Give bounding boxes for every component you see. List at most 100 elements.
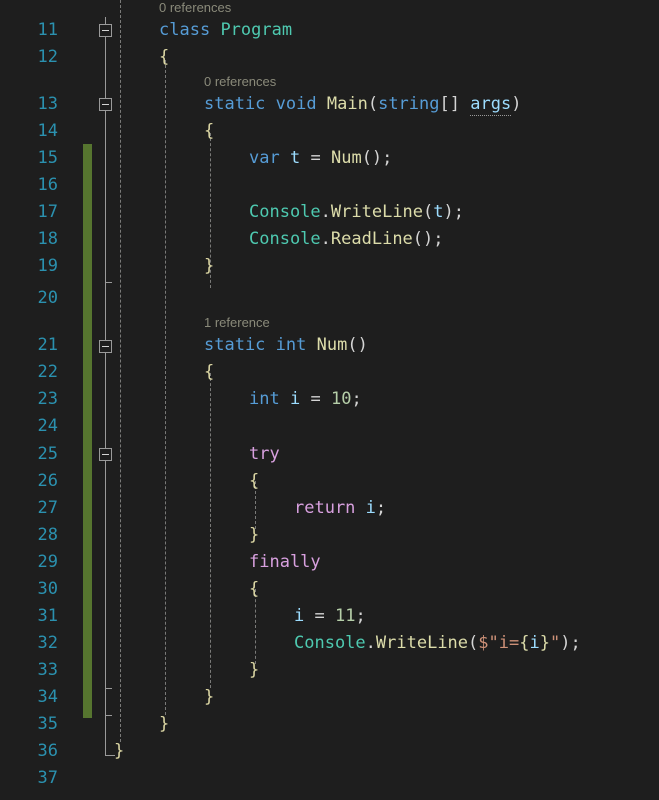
line-number: 23 (37, 389, 58, 409)
change-bar (83, 144, 92, 718)
token-identifier: t (289, 148, 301, 168)
code-line-11[interactable]: class Program (159, 17, 292, 44)
token-brace: } (159, 714, 170, 734)
line-number: 34 (37, 687, 58, 707)
code-line-27[interactable]: return i; (294, 495, 386, 522)
token-string-text: i= (498, 633, 520, 653)
code-line-30[interactable]: { (249, 576, 259, 603)
code-line-36[interactable]: } (114, 738, 124, 765)
code-line-25[interactable]: try (249, 441, 280, 468)
line-number: 31 (37, 606, 58, 626)
code-line-34[interactable]: } (204, 684, 214, 711)
code-line-23[interactable]: int i = 10; (249, 386, 362, 413)
line-number: 15 (37, 148, 58, 168)
token-brace: { (204, 121, 215, 141)
fold-toggle-line-25[interactable] (99, 448, 112, 461)
code-line-13[interactable]: static void Main(string[] args) (204, 91, 521, 118)
token-paren: ( (468, 633, 479, 653)
line-number: 21 (37, 335, 58, 355)
line-number: 16 (37, 175, 58, 195)
fold-outline-tick (105, 282, 112, 283)
token-operator: = (310, 389, 321, 409)
code-line-21[interactable]: static int Num() (204, 332, 368, 359)
token-brace: } (204, 687, 215, 707)
code-line-14[interactable]: { (204, 118, 214, 145)
line-number: 37 (37, 768, 58, 788)
codelens-references-line-21[interactable]: 1 reference (204, 313, 270, 333)
fold-toggle-line-21[interactable] (99, 340, 112, 353)
line-number: 32 (37, 633, 58, 653)
token-method-name: WriteLine (375, 633, 469, 653)
token-tail: ); (560, 633, 581, 653)
code-line-33[interactable]: } (249, 657, 259, 684)
token-brace: { (249, 471, 260, 491)
line-number: 27 (37, 498, 58, 518)
token-method-name: Num (330, 148, 362, 168)
code-line-35[interactable]: } (159, 711, 169, 738)
token-keyword: var (249, 148, 280, 168)
token-interpolation-open: { (519, 633, 530, 653)
codelens-references-line-13[interactable]: 0 references (204, 72, 276, 92)
token-brace: } (249, 660, 260, 680)
code-line-22[interactable]: { (204, 359, 214, 386)
code-line-12[interactable]: { (159, 44, 169, 71)
line-number: 35 (37, 714, 58, 734)
indent-guide-level-2 (165, 60, 166, 715)
code-line-28[interactable]: } (249, 522, 259, 549)
code-line-29[interactable]: finally (249, 549, 321, 576)
token-brace: { (159, 47, 170, 67)
line-number: 13 (37, 94, 58, 114)
fold-toggle-line-11[interactable] (99, 24, 112, 37)
code-line-19[interactable]: } (204, 253, 214, 280)
line-number: 19 (37, 256, 58, 276)
code-line-18[interactable]: Console.ReadLine(); (249, 226, 444, 253)
token-operator: = (310, 148, 321, 168)
token-brackets: [] (439, 94, 460, 114)
token-interpolation-close: } (539, 633, 550, 653)
token-semicolon: ; (355, 606, 366, 626)
code-line-32[interactable]: Console.WriteLine($"i={i}"); (294, 630, 581, 657)
token-brace: } (249, 525, 260, 545)
code-line-31[interactable]: i = 11; (294, 603, 366, 630)
token-tail: (); (361, 148, 393, 168)
token-tail: (); (412, 229, 444, 249)
token-brace: { (249, 579, 260, 599)
line-number: 17 (37, 202, 58, 222)
token-identifier: i (294, 606, 305, 626)
code-editor[interactable]: 11 12 13 14 15 16 17 18 19 20 21 22 23 2… (0, 0, 659, 800)
line-number: 28 (37, 525, 58, 545)
token-string-prefix: $" (478, 633, 499, 653)
token-paren: ) (511, 94, 522, 114)
token-semicolon: ; (375, 498, 387, 518)
code-line-15[interactable]: var t = Num(); (249, 145, 392, 172)
token-keyword: void (275, 94, 317, 114)
token-dot: . (365, 633, 376, 653)
token-identifier: i (529, 633, 540, 653)
line-number: 11 (37, 20, 58, 40)
token-paren: ( (423, 202, 434, 222)
token-keyword: int (275, 335, 307, 355)
token-identifier: i (365, 498, 376, 518)
token-parameter-args: args (470, 94, 512, 116)
indent-guide-level-1 (120, 0, 121, 742)
code-line-26[interactable]: { (249, 468, 259, 495)
fold-toggle-line-13[interactable] (99, 98, 112, 111)
token-dot: . (320, 229, 331, 249)
codelens-references-line-11[interactable]: 0 references (159, 0, 231, 18)
code-line-17[interactable]: Console.WriteLine(t); (249, 199, 464, 226)
token-keyword: static (204, 94, 266, 114)
token-tail: ); (443, 202, 465, 222)
line-number: 30 (37, 579, 58, 599)
token-control-keyword: try (249, 444, 280, 464)
token-string-quote: " (550, 633, 561, 653)
line-number: 29 (37, 552, 58, 572)
